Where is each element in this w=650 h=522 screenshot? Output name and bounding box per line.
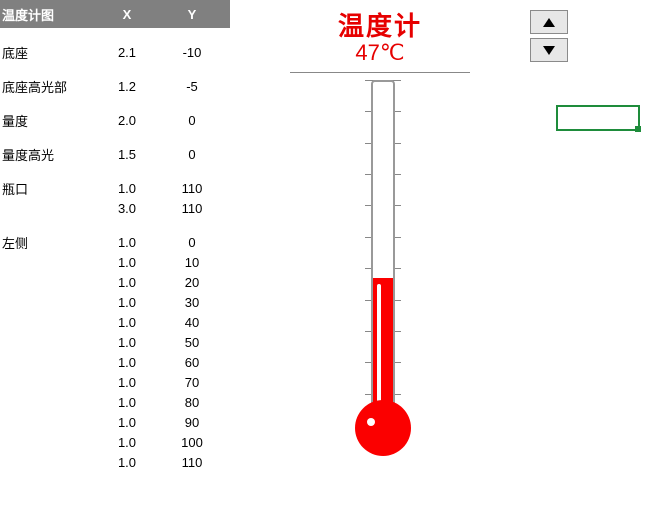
- bulb-highlight: [367, 418, 375, 426]
- row-y: 70: [162, 375, 222, 390]
- row-y: 110: [162, 201, 222, 216]
- row-label: 底座高光部: [0, 77, 92, 96]
- row-x: 1.0: [92, 255, 162, 270]
- table-row: 1.070: [0, 372, 230, 392]
- header-name: 温度计图: [0, 5, 92, 24]
- row-x: 1.0: [92, 395, 162, 410]
- row-x: 1.0: [92, 295, 162, 310]
- thermometer-tube: [371, 80, 395, 425]
- row-y: 30: [162, 295, 222, 310]
- table-row: 左侧1.00: [0, 232, 230, 252]
- row-y: 100: [162, 435, 222, 450]
- table-row: 底座高光部1.2-5: [0, 76, 230, 96]
- row-y: 110: [162, 181, 222, 196]
- row-y: 110: [162, 455, 222, 470]
- thermometer-bulb: [355, 400, 411, 456]
- table-row: 1.0110: [0, 452, 230, 472]
- value-spinner: [530, 10, 566, 66]
- chevron-up-icon: [543, 18, 555, 27]
- row-y: 10: [162, 255, 222, 270]
- row-x: 2.0: [92, 113, 162, 128]
- row-label: 量度: [0, 111, 92, 130]
- row-x: 1.0: [92, 235, 162, 250]
- row-x: 1.2: [92, 79, 162, 94]
- table-row: 1.010: [0, 252, 230, 272]
- row-x: 1.0: [92, 315, 162, 330]
- table-row: 1.080: [0, 392, 230, 412]
- spinner-down-button[interactable]: [530, 38, 568, 62]
- row-y: -10: [162, 45, 222, 60]
- selected-cell[interactable]: [556, 105, 640, 131]
- header-y: Y: [162, 7, 222, 22]
- row-label: 量度高光: [0, 145, 92, 164]
- row-y: 0: [162, 235, 222, 250]
- row-x: 1.0: [92, 455, 162, 470]
- row-y: 20: [162, 275, 222, 290]
- chevron-down-icon: [543, 46, 555, 55]
- row-y: 40: [162, 315, 222, 330]
- table-body: 底座2.1-10底座高光部1.2-5量度2.00量度高光1.50瓶口1.0110…: [0, 28, 230, 486]
- row-y: 60: [162, 355, 222, 370]
- row-y: 50: [162, 335, 222, 350]
- chart-value: 47℃: [230, 40, 530, 66]
- row-y: 0: [162, 147, 222, 162]
- row-x: 1.0: [92, 415, 162, 430]
- table-row: 1.030: [0, 292, 230, 312]
- row-y: 0: [162, 113, 222, 128]
- header-x: X: [92, 7, 162, 22]
- table-row: 量度高光1.50: [0, 144, 230, 164]
- row-label: 底座: [0, 43, 92, 62]
- row-x: 1.0: [92, 335, 162, 350]
- table-header: 温度计图 X Y: [0, 0, 230, 28]
- thermometer-panel: 温度计 47℃: [230, 0, 650, 522]
- table-row: 1.0100: [0, 432, 230, 452]
- table-row: 1.060: [0, 352, 230, 372]
- row-x: 1.0: [92, 181, 162, 196]
- table-row: 1.040: [0, 312, 230, 332]
- row-x: 1.0: [92, 275, 162, 290]
- table-row: 1.090: [0, 412, 230, 432]
- table-row: 1.020: [0, 272, 230, 292]
- table-row: 1.050: [0, 332, 230, 352]
- row-x: 1.0: [92, 355, 162, 370]
- chart-title: 温度计: [230, 6, 530, 43]
- row-label: 左侧: [0, 233, 92, 252]
- row-y: 90: [162, 415, 222, 430]
- row-x: 1.5: [92, 147, 162, 162]
- thermometer: [355, 80, 415, 500]
- table-row: 底座2.1-10: [0, 42, 230, 62]
- data-table: 温度计图 X Y 底座2.1-10底座高光部1.2-5量度2.00量度高光1.5…: [0, 0, 230, 522]
- row-x: 1.0: [92, 435, 162, 450]
- row-x: 2.1: [92, 45, 162, 60]
- row-x: 3.0: [92, 201, 162, 216]
- spinner-up-button[interactable]: [530, 10, 568, 34]
- table-row: 3.0110: [0, 198, 230, 218]
- table-row: 瓶口1.0110: [0, 178, 230, 198]
- row-y: -5: [162, 79, 222, 94]
- table-row: 量度2.00: [0, 110, 230, 130]
- value-underline: [290, 72, 470, 73]
- row-label: 瓶口: [0, 179, 92, 198]
- row-y: 80: [162, 395, 222, 410]
- row-x: 1.0: [92, 375, 162, 390]
